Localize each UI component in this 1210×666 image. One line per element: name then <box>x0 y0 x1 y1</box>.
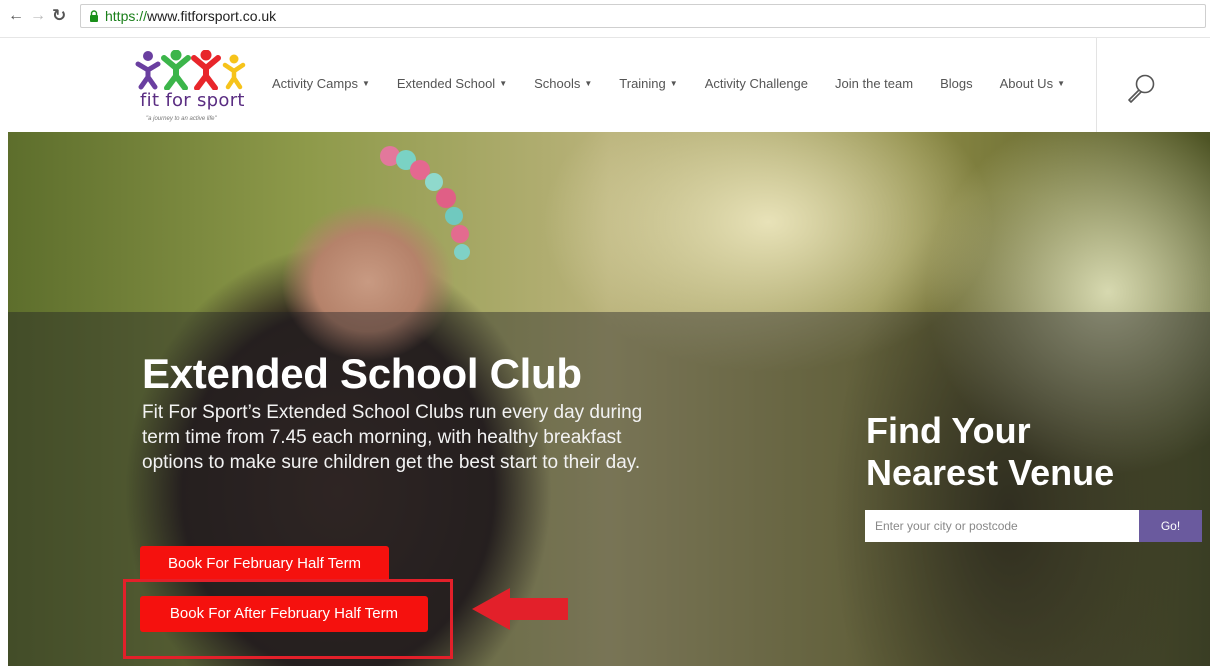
venue-title-line2: Nearest Venue <box>866 452 1115 493</box>
venue-search-form: Go! <box>865 510 1202 542</box>
caret-down-icon: ▼ <box>669 79 678 88</box>
nav-item-blogs[interactable]: Blogs <box>940 76 973 96</box>
hero-description: Fit For Sport’s Extended School Clubs ru… <box>142 402 643 473</box>
caret-down-icon: ▼ <box>1057 79 1065 88</box>
nav-label: Schools <box>534 76 581 91</box>
nav-item-activity-camps[interactable]: Activity Camps ▼ <box>272 76 370 96</box>
forward-arrow-icon[interactable]: → <box>30 6 46 26</box>
logo-tagline: "a journey to an active life" <box>146 116 217 122</box>
annotation-arrow-icon <box>472 588 568 630</box>
caret-down-icon: ▼ <box>361 79 370 88</box>
back-arrow-icon[interactable]: ← <box>8 6 24 26</box>
nav-item-extended-school[interactable]: Extended School ▼ <box>397 76 507 96</box>
nav-label: Training <box>619 76 666 91</box>
lock-icon <box>90 10 98 22</box>
main-navigation: Activity Camps ▼ Extended School ▼ Schools… <box>272 76 1092 96</box>
search-icon[interactable] <box>1124 72 1158 104</box>
venue-title-line1: Find Your <box>866 410 1031 451</box>
annotation-highlight-box <box>123 579 453 659</box>
nav-divider <box>1096 38 1097 132</box>
nav-item-about-us[interactable]: About Us ▼ <box>1000 76 1065 96</box>
nav-item-join-the-team[interactable]: Join the team <box>835 76 913 96</box>
nav-item-training[interactable]: Training ▼ <box>619 76 677 96</box>
caret-down-icon: ▼ <box>499 79 508 88</box>
hero-photo-headband <box>380 146 470 260</box>
site-header: fit for sport "a journey to an active li… <box>0 38 1210 132</box>
nav-label: Extended School <box>396 76 496 91</box>
venue-go-button[interactable]: Go! <box>1139 510 1202 542</box>
hero-title: Extended School Club <box>142 350 582 397</box>
hero-banner: Extended School Club Fit For Sport’s Ext… <box>8 132 1210 666</box>
book-february-half-term-button[interactable]: Book For February Half Term <box>140 546 389 582</box>
nav-label: Activity Camps <box>272 76 358 91</box>
nav-item-activity-challenge[interactable]: Activity Challenge <box>705 76 808 96</box>
venue-search-input[interactable] <box>865 510 1139 542</box>
caret-down-icon: ▼ <box>584 79 593 88</box>
address-bar[interactable]: https://www.fitforsport.co.uk <box>80 4 1206 28</box>
venue-finder-title: Find Your Nearest Venue <box>866 410 1114 494</box>
browser-toolbar: ← → ↻ https://www.fitforsport.co.uk <box>0 0 1210 38</box>
nav-label: About Us <box>999 76 1054 91</box>
nav-label: Activity Challenge <box>704 76 809 91</box>
logo-figures-icon <box>135 50 246 90</box>
url-host: www.fitforsport.co.uk <box>147 8 277 24</box>
nav-item-schools[interactable]: Schools ▼ <box>534 76 592 96</box>
nav-label: Join the team <box>835 76 914 91</box>
reload-icon[interactable]: ↻ <box>52 6 66 26</box>
url-scheme: https:// <box>105 8 148 24</box>
logo-name: fit for sport <box>140 90 245 111</box>
site-logo[interactable]: fit for sport "a journey to an active li… <box>128 46 258 128</box>
nav-label: Blogs <box>940 76 973 91</box>
url-text: https://www.fitforsport.co.uk <box>105 8 276 24</box>
